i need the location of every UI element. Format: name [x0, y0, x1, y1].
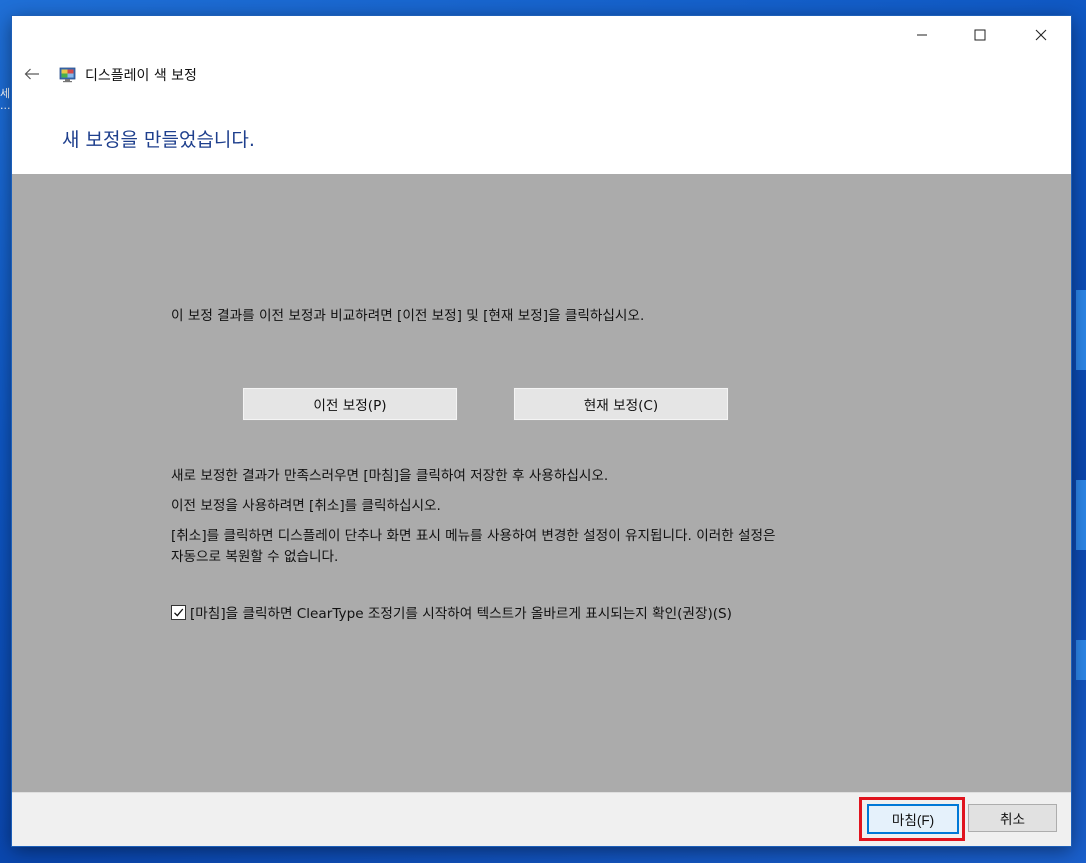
window-title: 디스플레이 색 보정 [85, 68, 197, 84]
desktop-edge [1076, 480, 1086, 550]
close-button[interactable] [1012, 16, 1070, 54]
title-bar [12, 16, 1071, 56]
maximize-button[interactable] [951, 16, 1009, 54]
save-instruction: 새로 보정한 결과가 만족스러우면 [마침]을 클릭하여 저장한 후 사용하십시… [171, 468, 609, 484]
desktop-edge [1076, 290, 1086, 370]
desktop-fragment-text: 세 ... [0, 87, 11, 112]
cleartype-checkbox[interactable] [171, 604, 186, 620]
desktop-edge [1076, 640, 1086, 680]
cancel-note-line1: [취소]를 클릭하면 디스플레이 단추나 화면 표시 메뉴를 사용하여 변경한 … [171, 528, 776, 544]
cancel-button[interactable]: 취소 [968, 804, 1057, 832]
finish-button[interactable]: 마침(F) [867, 804, 959, 834]
nav-row: 디스플레이 색 보정 [12, 60, 612, 88]
calibration-window: 디스플레이 색 보정 새 보정을 만들었습니다. 이 보정 결과를 이전 보정과… [12, 16, 1071, 846]
back-arrow-icon [24, 68, 39, 80]
footer-bar: 마침(F) 취소 [12, 792, 1071, 846]
back-button[interactable] [20, 60, 44, 88]
checkmark-icon [174, 608, 184, 617]
cleartype-checkbox-label[interactable]: [마침]을 클릭하면 ClearType 조정기를 시작하여 텍스트가 올바르게… [190, 602, 732, 622]
close-icon [1035, 29, 1047, 41]
page-heading: 새 보정을 만들었습니다. [62, 129, 255, 151]
minimize-icon [917, 34, 927, 36]
display-color-calibration-icon [59, 65, 77, 83]
use-previous-instruction: 이전 보정을 사용하려면 [취소]를 클릭하십시오. [171, 498, 441, 514]
calibration-result-panel: 이 보정 결과를 이전 보정과 비교하려면 [이전 보정] 및 [현재 보정]을… [12, 174, 1071, 792]
current-calibration-button[interactable]: 현재 보정(C) [513, 387, 729, 421]
previous-calibration-button[interactable]: 이전 보정(P) [242, 387, 458, 421]
cleartype-option[interactable]: [마침]을 클릭하면 ClearType 조정기를 시작하여 텍스트가 올바르게… [171, 602, 732, 622]
desktop-fragment: 세 ... [0, 87, 11, 128]
cancel-note-line2: 자동으로 복원할 수 없습니다. [171, 549, 339, 565]
compare-instruction: 이 보정 결과를 이전 보정과 비교하려면 [이전 보정] 및 [현재 보정]을… [171, 308, 645, 324]
minimize-button[interactable] [893, 16, 951, 54]
maximize-icon [974, 29, 986, 41]
